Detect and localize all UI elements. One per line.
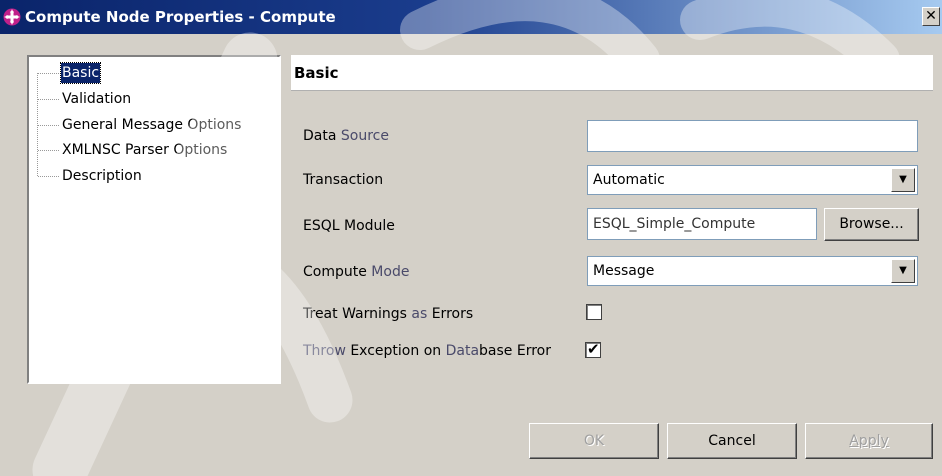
- transaction-label: Transaction: [303, 172, 384, 188]
- throw-exception-label: Throw Exception on Database Error: [303, 343, 551, 359]
- esql-module-input[interactable]: ESQL_Simple_Compute: [587, 208, 817, 240]
- title-bar: Compute Node Properties - Compute ✕: [0, 0, 942, 34]
- section-header: Basic: [291, 55, 933, 91]
- ok-button[interactable]: OK: [529, 423, 659, 459]
- data-source-input[interactable]: [587, 120, 918, 152]
- tree-item-label: General Message Options: [62, 117, 242, 133]
- close-button[interactable]: ✕: [922, 7, 940, 26]
- chevron-down-icon[interactable]: ▼: [891, 168, 915, 192]
- tree-item-label: Description: [62, 168, 142, 184]
- compute-mode-value: Message: [593, 263, 655, 279]
- treat-warnings-checkbox[interactable]: [586, 304, 602, 320]
- compute-node-icon: [3, 8, 21, 26]
- cancel-button[interactable]: Cancel: [667, 423, 797, 459]
- close-icon: ✕: [925, 8, 937, 24]
- compute-mode-label: Compute Mode: [303, 264, 410, 280]
- throw-exception-checkbox[interactable]: ✔: [585, 340, 601, 358]
- tree-item-label: Basic: [59, 62, 102, 84]
- chevron-down-icon[interactable]: ▼: [891, 259, 915, 283]
- section-title: Basic: [294, 64, 339, 82]
- category-tree[interactable]: Basic Validation General Message Options…: [27, 55, 281, 384]
- compute-mode-select[interactable]: Message ▼: [587, 256, 918, 286]
- treat-warnings-label: Treat Warnings as Errors: [303, 306, 474, 322]
- esql-module-label: ESQL Module: [303, 218, 395, 234]
- tree-item-label: Validation: [62, 91, 132, 107]
- browse-button[interactable]: Browse...: [824, 208, 919, 241]
- transaction-value: Automatic: [593, 172, 665, 188]
- window-title: Compute Node Properties - Compute: [25, 8, 336, 26]
- transaction-select[interactable]: Automatic ▼: [587, 165, 918, 195]
- tree-item-label: XMLNSC Parser Options: [62, 142, 228, 158]
- data-source-label: Data Source: [303, 128, 389, 144]
- checkmark-icon: ✔: [587, 340, 600, 358]
- apply-button[interactable]: Apply: [805, 423, 933, 459]
